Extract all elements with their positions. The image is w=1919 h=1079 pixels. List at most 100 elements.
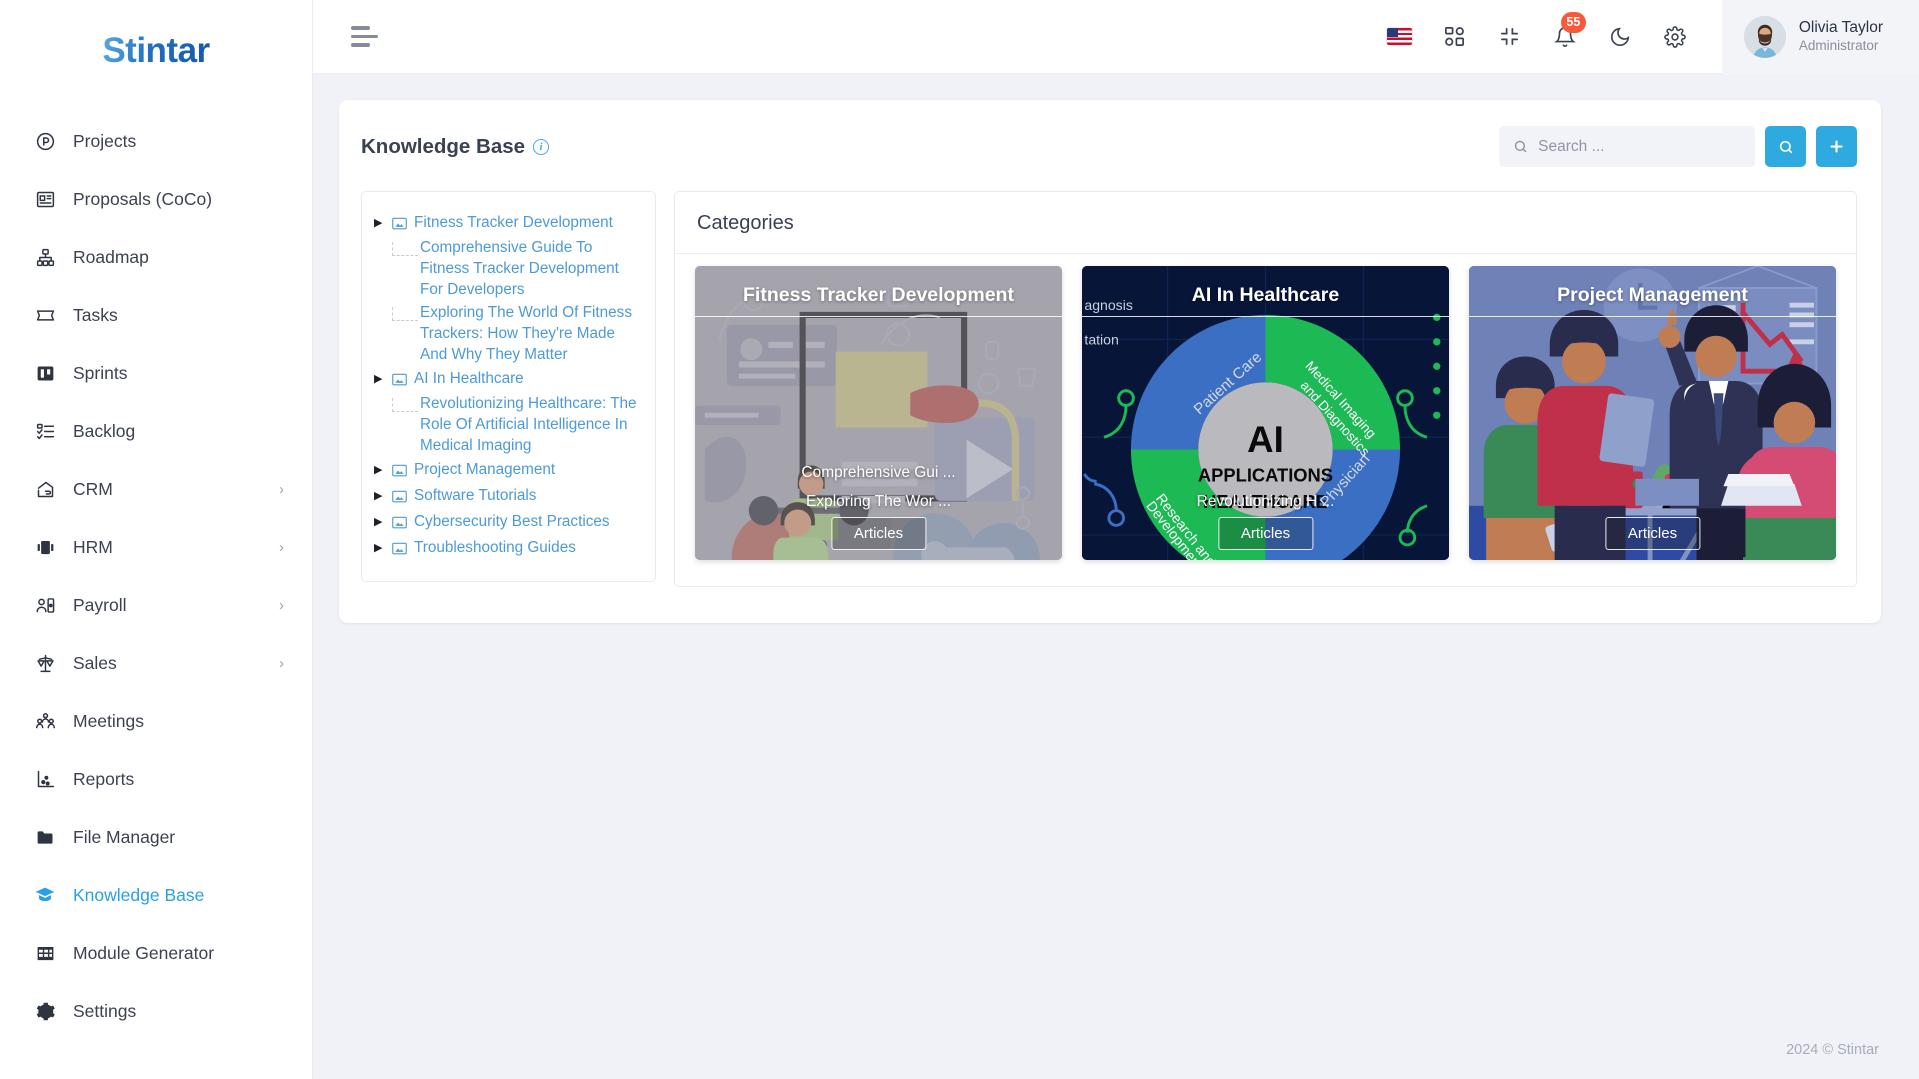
sidebar-item-label: Settings <box>73 1000 137 1021</box>
categories-heading: Categories <box>675 192 1856 254</box>
user-role: Administrator <box>1798 37 1879 53</box>
sidebar-item-projects[interactable]: Projects <box>0 112 312 170</box>
backlog-icon <box>34 420 56 442</box>
sidebar-item-backlog[interactable]: Backlog <box>0 402 312 460</box>
article-icon <box>392 464 407 477</box>
sidebar-item-settings[interactable]: Settings <box>0 982 312 1040</box>
caret-icon[interactable]: ▶ <box>374 537 385 559</box>
category-tile[interactable]: Fitness Tracker Development Comprehensive… <box>695 266 1062 560</box>
svg-text:tation: tation <box>1084 331 1118 347</box>
sidebar-item-label: Reports <box>73 768 135 789</box>
graduation-cap-icon <box>34 884 56 906</box>
category-article-link[interactable]: Revolutionizing H ... <box>1082 487 1449 516</box>
search-box[interactable] <box>1499 126 1755 167</box>
sidebar-item-meetings[interactable]: Meetings <box>0 692 312 750</box>
tree-node-row[interactable]: ▶ Software Tutorials <box>374 483 643 509</box>
category-article-link[interactable]: Comprehensive Gui ... <box>695 458 1062 487</box>
page-title-text: Knowledge Base <box>361 134 526 158</box>
chevron-right-icon: › <box>279 596 284 614</box>
sidebar-item-reports[interactable]: Reports <box>0 750 312 808</box>
sidebar-item-module-generator[interactable]: Module Generator <box>0 924 312 982</box>
sidebar-item-hrm[interactable]: HRM › <box>0 518 312 576</box>
chevron-right-icon: › <box>279 480 284 498</box>
caret-icon[interactable]: ▶ <box>374 212 385 234</box>
brand-logo[interactable]: Stintar <box>0 14 312 88</box>
caret-icon[interactable]: ▶ <box>374 485 385 507</box>
articles-button[interactable]: Articles <box>830 517 927 550</box>
knowledge-base-panel: Knowledge Base i Search ... ▶ Fitness Tr… <box>339 100 1881 623</box>
sidebar-item-roadmap[interactable]: Roadmap <box>0 228 312 286</box>
tree-child-label[interactable]: Comprehensive Guide To Fitness Tracker D… <box>420 237 643 300</box>
sidebar-item-label: Payroll <box>73 594 127 615</box>
sidebar-item-label: Tasks <box>73 304 118 325</box>
category-tile[interactable]: AI APPLICATIONS HEALTHCARE Patient Care Medi… <box>1082 266 1449 560</box>
sidebar-item-sales[interactable]: Sales › <box>0 634 312 692</box>
tree-node-row[interactable]: ▶ Troubleshooting Guides <box>374 535 643 561</box>
flag-us-icon[interactable] <box>1387 24 1413 50</box>
sidebar-item-tasks[interactable]: Tasks <box>0 286 312 344</box>
tree-child-row[interactable]: Exploring The World Of Fitness Trackers:… <box>374 301 643 366</box>
tile-divider <box>1469 316 1836 317</box>
tree-node-label[interactable]: Software Tutorials <box>414 485 536 506</box>
tree-node-label[interactable]: Fitness Tracker Development <box>414 212 613 233</box>
tree-node-label[interactable]: AI In Healthcare <box>414 368 524 389</box>
sidebar-item-label: File Manager <box>73 826 176 847</box>
crm-icon <box>34 478 56 500</box>
collapse-screen-icon[interactable] <box>1497 24 1523 50</box>
caret-icon[interactable]: ▶ <box>374 368 385 390</box>
tree-child-row[interactable]: Revolutionizing Healthcare: The Role Of … <box>374 392 643 457</box>
sidebar-item-payroll[interactable]: Payroll › <box>0 576 312 634</box>
tree-node-row[interactable]: ▶ Cybersecurity Best Practices <box>374 509 643 535</box>
info-icon[interactable]: i <box>533 138 550 155</box>
sidebar-item-label: HRM <box>73 536 113 557</box>
article-icon <box>392 490 407 503</box>
articles-button[interactable]: Articles <box>1604 517 1701 550</box>
sidebar-item-crm[interactable]: CRM › <box>0 460 312 518</box>
sidebar-item-label: Meetings <box>73 710 145 731</box>
tree-child-label[interactable]: Revolutionizing Healthcare: The Role Of … <box>420 393 643 456</box>
sidebar-item-label: Backlog <box>73 420 136 441</box>
moon-icon[interactable] <box>1607 24 1633 50</box>
copyright-text: 2024 © Stintar <box>1786 1042 1879 1058</box>
tree-child-row[interactable]: Comprehensive Guide To Fitness Tracker D… <box>374 236 643 301</box>
category-article-link[interactable]: Exploring The Wor ... <box>695 487 1062 516</box>
add-article-button[interactable] <box>1816 126 1857 167</box>
category-links: Comprehensive Gui ... Exploring The Wor .… <box>695 458 1062 516</box>
category-tile[interactable]: Project Management Articles <box>1469 266 1836 560</box>
chevron-right-icon: › <box>279 538 284 556</box>
tree-node-row[interactable]: ▶ Fitness Tracker Development <box>374 210 643 236</box>
apps-grid-icon[interactable] <box>1442 24 1468 50</box>
tree-node-row[interactable]: ▶ AI In Healthcare <box>374 366 643 392</box>
sidebar-item-sprints[interactable]: Sprints <box>0 344 312 402</box>
page-footer: 2024 © Stintar <box>313 1021 1919 1079</box>
articles-button[interactable]: Articles <box>1217 517 1314 550</box>
tree-node-label[interactable]: Troubleshooting Guides <box>414 537 576 558</box>
search-button[interactable] <box>1765 126 1806 167</box>
gear-icon[interactable] <box>1662 24 1688 50</box>
sidebar-item-knowledge-base[interactable]: Knowledge Base <box>0 866 312 924</box>
folder-icon <box>34 826 56 848</box>
tree-node: ▶ AI In Healthcare Revolutionizing Healthc… <box>374 366 643 457</box>
caret-icon[interactable]: ▶ <box>374 459 385 481</box>
user-name: Olivia Taylor <box>1798 19 1883 37</box>
svg-text:AI: AI <box>1247 419 1284 460</box>
search-input[interactable] <box>1538 137 1741 156</box>
grid-table-icon <box>34 942 56 964</box>
caret-icon[interactable]: ▶ <box>374 511 385 533</box>
categories-card: Categories Fitness Tracker Development Co… <box>674 191 1857 587</box>
bell-icon[interactable]: 55 <box>1552 11 1586 50</box>
sidebar-item-proposals-coco[interactable]: Proposals (CoCo) <box>0 170 312 228</box>
tree-node-row[interactable]: ▶ Project Management <box>374 457 643 483</box>
hamburger-icon[interactable] <box>349 20 380 53</box>
tree-node-label[interactable]: Project Management <box>414 459 555 480</box>
tree-node-label[interactable]: Cybersecurity Best Practices <box>414 511 610 532</box>
page-title: Knowledge Base i <box>361 134 550 159</box>
tree-connector <box>392 242 418 256</box>
gear-icon <box>34 1000 56 1022</box>
category-links: Revolutionizing H ... <box>1082 487 1449 516</box>
tree-child-label[interactable]: Exploring The World Of Fitness Trackers:… <box>420 302 643 365</box>
tasks-icon <box>34 304 56 326</box>
sidebar-item-file-manager[interactable]: File Manager <box>0 808 312 866</box>
proposals-icon <box>34 188 56 210</box>
user-profile[interactable]: Olivia Taylor Administrator <box>1721 0 1919 74</box>
